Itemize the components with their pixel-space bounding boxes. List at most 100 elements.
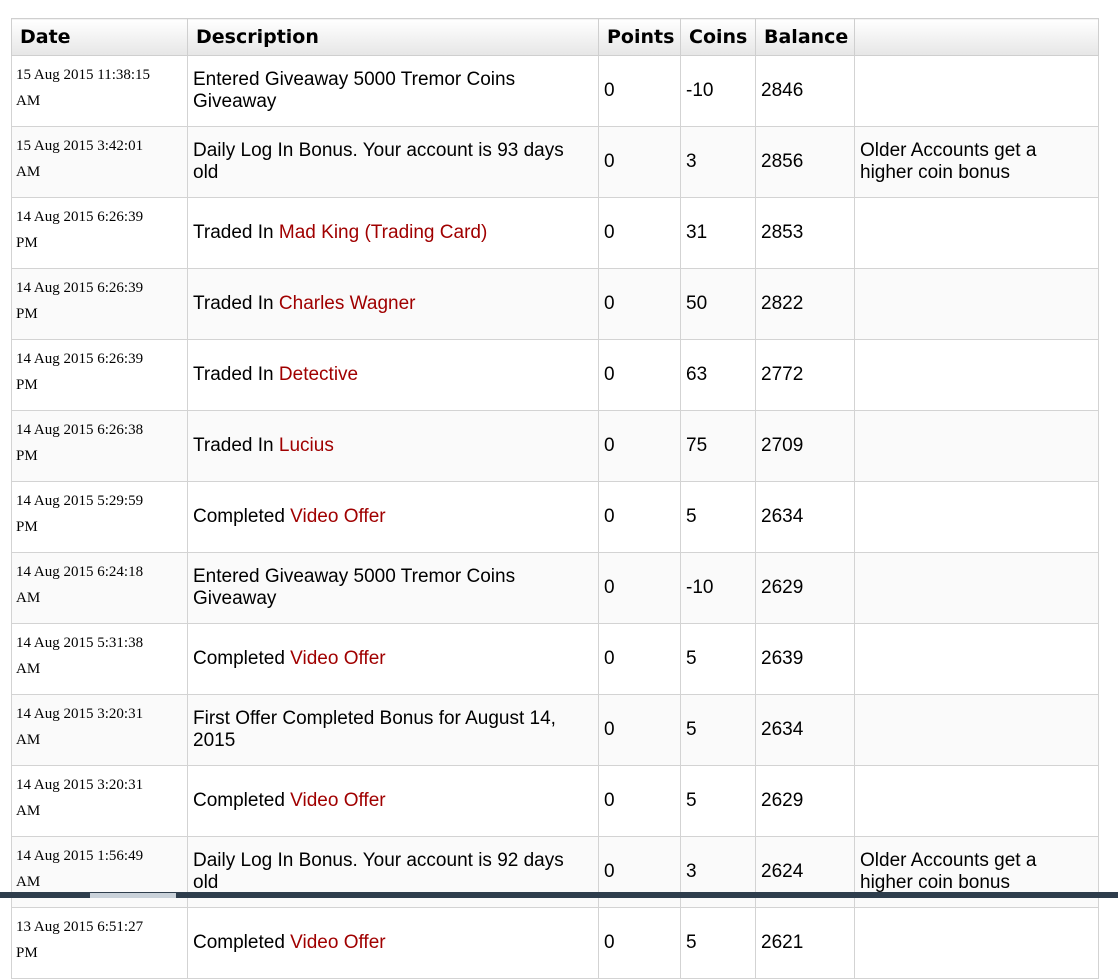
- column-header-description[interactable]: Description: [187, 18, 599, 56]
- date-line1: 14 Aug 2015 6:26:39: [16, 351, 144, 367]
- date-cell: 15 Aug 2015 3:42:01 AM: [11, 126, 188, 198]
- date-cell: 13 Aug 2015 6:51:27 PM: [11, 907, 188, 979]
- date-line2: PM: [16, 235, 38, 251]
- description-cell: Traded In Lucius: [187, 410, 599, 482]
- item-link[interactable]: Detective: [279, 364, 358, 385]
- description-cell: Entered Giveaway 5000 Tremor Coins Givea…: [187, 552, 599, 624]
- column-header-notes: [854, 18, 1099, 56]
- balance-cell: 2639: [755, 623, 855, 695]
- points-cell: 0: [598, 907, 681, 979]
- description-cell: Traded In Detective: [187, 339, 599, 411]
- description-cell: Completed Video Offer: [187, 623, 599, 695]
- date-line1: 13 Aug 2015 6:51:27: [16, 919, 144, 935]
- balance-cell: 2846: [755, 55, 855, 127]
- date-cell: 14 Aug 2015 6:26:39 PM: [11, 268, 188, 340]
- points-cell: 0: [598, 268, 681, 340]
- item-link[interactable]: Video Offer: [290, 506, 385, 527]
- date-line2: AM: [16, 874, 41, 890]
- date-line2: PM: [16, 945, 38, 961]
- transactions-table: Date Description Points Coins Balance 15…: [11, 18, 1099, 979]
- coins-cell: 3: [680, 126, 756, 198]
- description-text: Daily Log In Bonus. Your account is 92 d…: [193, 850, 564, 893]
- item-link[interactable]: Lucius: [279, 435, 334, 456]
- taskbar-tab[interactable]: [90, 893, 176, 898]
- balance-cell: 2772: [755, 339, 855, 411]
- item-link[interactable]: Video Offer: [290, 648, 385, 669]
- balance-cell: 2822: [755, 268, 855, 340]
- date-line1: 14 Aug 2015 6:24:18: [16, 564, 144, 580]
- description-text: Daily Log In Bonus. Your account is 93 d…: [193, 140, 564, 183]
- column-header-balance[interactable]: Balance: [755, 18, 855, 56]
- table-row: 13 Aug 2015 6:51:27 PM Completed Video Of…: [11, 907, 1099, 979]
- balance-cell: 2856: [755, 126, 855, 198]
- balance-cell: 2634: [755, 481, 855, 553]
- date-line2: AM: [16, 661, 41, 677]
- balance-cell: 2853: [755, 197, 855, 269]
- description-cell: Entered Giveaway 5000 Tremor Coins Givea…: [187, 55, 599, 127]
- date-line1: 14 Aug 2015 1:56:49: [16, 848, 144, 864]
- note-cell: [854, 268, 1099, 340]
- transaction-history: Date Description Points Coins Balance 15…: [11, 18, 1099, 979]
- date-line2: AM: [16, 590, 41, 606]
- points-cell: 0: [598, 197, 681, 269]
- note-cell: [854, 55, 1099, 127]
- description-cell: First Offer Completed Bonus for August 1…: [187, 694, 599, 766]
- table-header-row: Date Description Points Coins Balance: [11, 18, 1099, 56]
- date-cell: 15 Aug 2015 11:38:15 AM: [11, 55, 188, 127]
- balance-cell: 2629: [755, 765, 855, 837]
- date-cell: 14 Aug 2015 3:20:31 AM: [11, 765, 188, 837]
- item-link[interactable]: Charles Wagner: [279, 293, 416, 314]
- table-row: 14 Aug 2015 6:24:18 AM Entered Giveaway 5…: [11, 552, 1099, 624]
- note-cell: [854, 197, 1099, 269]
- coins-cell: 63: [680, 339, 756, 411]
- table-row: 14 Aug 2015 6:26:39 PM Traded In Detectiv…: [11, 339, 1099, 411]
- coins-cell: 31: [680, 197, 756, 269]
- date-cell: 14 Aug 2015 5:29:59 PM: [11, 481, 188, 553]
- description-text: Entered Giveaway 5000 Tremor Coins Givea…: [193, 566, 516, 609]
- description-text: Traded In: [193, 364, 279, 385]
- date-line2: PM: [16, 306, 38, 322]
- description-text: Traded In: [193, 435, 279, 456]
- item-link[interactable]: Video Offer: [290, 932, 385, 953]
- date-cell: 14 Aug 2015 6:26:39 PM: [11, 339, 188, 411]
- date-cell: 14 Aug 2015 6:26:39 PM: [11, 197, 188, 269]
- date-line2: AM: [16, 732, 41, 748]
- note-cell: [854, 410, 1099, 482]
- table-row: 14 Aug 2015 6:26:39 PM Traded In Charles …: [11, 268, 1099, 340]
- description-text: Traded In: [193, 293, 279, 314]
- table-row: 14 Aug 2015 3:20:31 AM Completed Video Of…: [11, 765, 1099, 837]
- description-text: First Offer Completed Bonus for August 1…: [193, 708, 556, 751]
- description-cell: Traded In Charles Wagner: [187, 268, 599, 340]
- date-line1: 14 Aug 2015 3:20:31: [16, 706, 144, 722]
- date-line1: 14 Aug 2015 6:26:38: [16, 422, 144, 438]
- item-link[interactable]: Video Offer: [290, 790, 385, 811]
- description-text: Completed: [193, 932, 291, 953]
- description-text: Completed: [193, 790, 291, 811]
- date-cell: 14 Aug 2015 3:20:31 AM: [11, 694, 188, 766]
- description-cell: Daily Log In Bonus. Your account is 93 d…: [187, 126, 599, 198]
- date-line1: 15 Aug 2015 11:38:15: [16, 67, 151, 83]
- column-header-points[interactable]: Points: [598, 18, 681, 56]
- points-cell: 0: [598, 552, 681, 624]
- description-cell: Traded In Mad King (Trading Card): [187, 197, 599, 269]
- item-link[interactable]: Mad King (Trading Card): [279, 222, 487, 243]
- coins-cell: 5: [680, 481, 756, 553]
- column-header-date[interactable]: Date: [11, 18, 188, 56]
- table-body: 15 Aug 2015 11:38:15 AM Entered Giveaway …: [11, 55, 1099, 979]
- table-row: 14 Aug 2015 5:31:38 AM Completed Video Of…: [11, 623, 1099, 695]
- date-line2: AM: [16, 803, 41, 819]
- column-header-coins[interactable]: Coins: [680, 18, 756, 56]
- points-cell: 0: [598, 694, 681, 766]
- date-cell: 14 Aug 2015 6:24:18 AM: [11, 552, 188, 624]
- points-cell: 0: [598, 481, 681, 553]
- date-line2: AM: [16, 93, 41, 109]
- date-line1: 14 Aug 2015 5:29:59: [16, 493, 144, 509]
- description-text: Entered Giveaway 5000 Tremor Coins Givea…: [193, 69, 516, 112]
- date-cell: 14 Aug 2015 5:31:38 AM: [11, 623, 188, 695]
- date-line1: 14 Aug 2015 5:31:38: [16, 635, 144, 651]
- coins-cell: 50: [680, 268, 756, 340]
- date-line1: 14 Aug 2015 6:26:39: [16, 280, 144, 296]
- date-line2: AM: [16, 164, 41, 180]
- table-row: 14 Aug 2015 6:26:39 PM Traded In Mad King…: [11, 197, 1099, 269]
- date-line2: PM: [16, 448, 38, 464]
